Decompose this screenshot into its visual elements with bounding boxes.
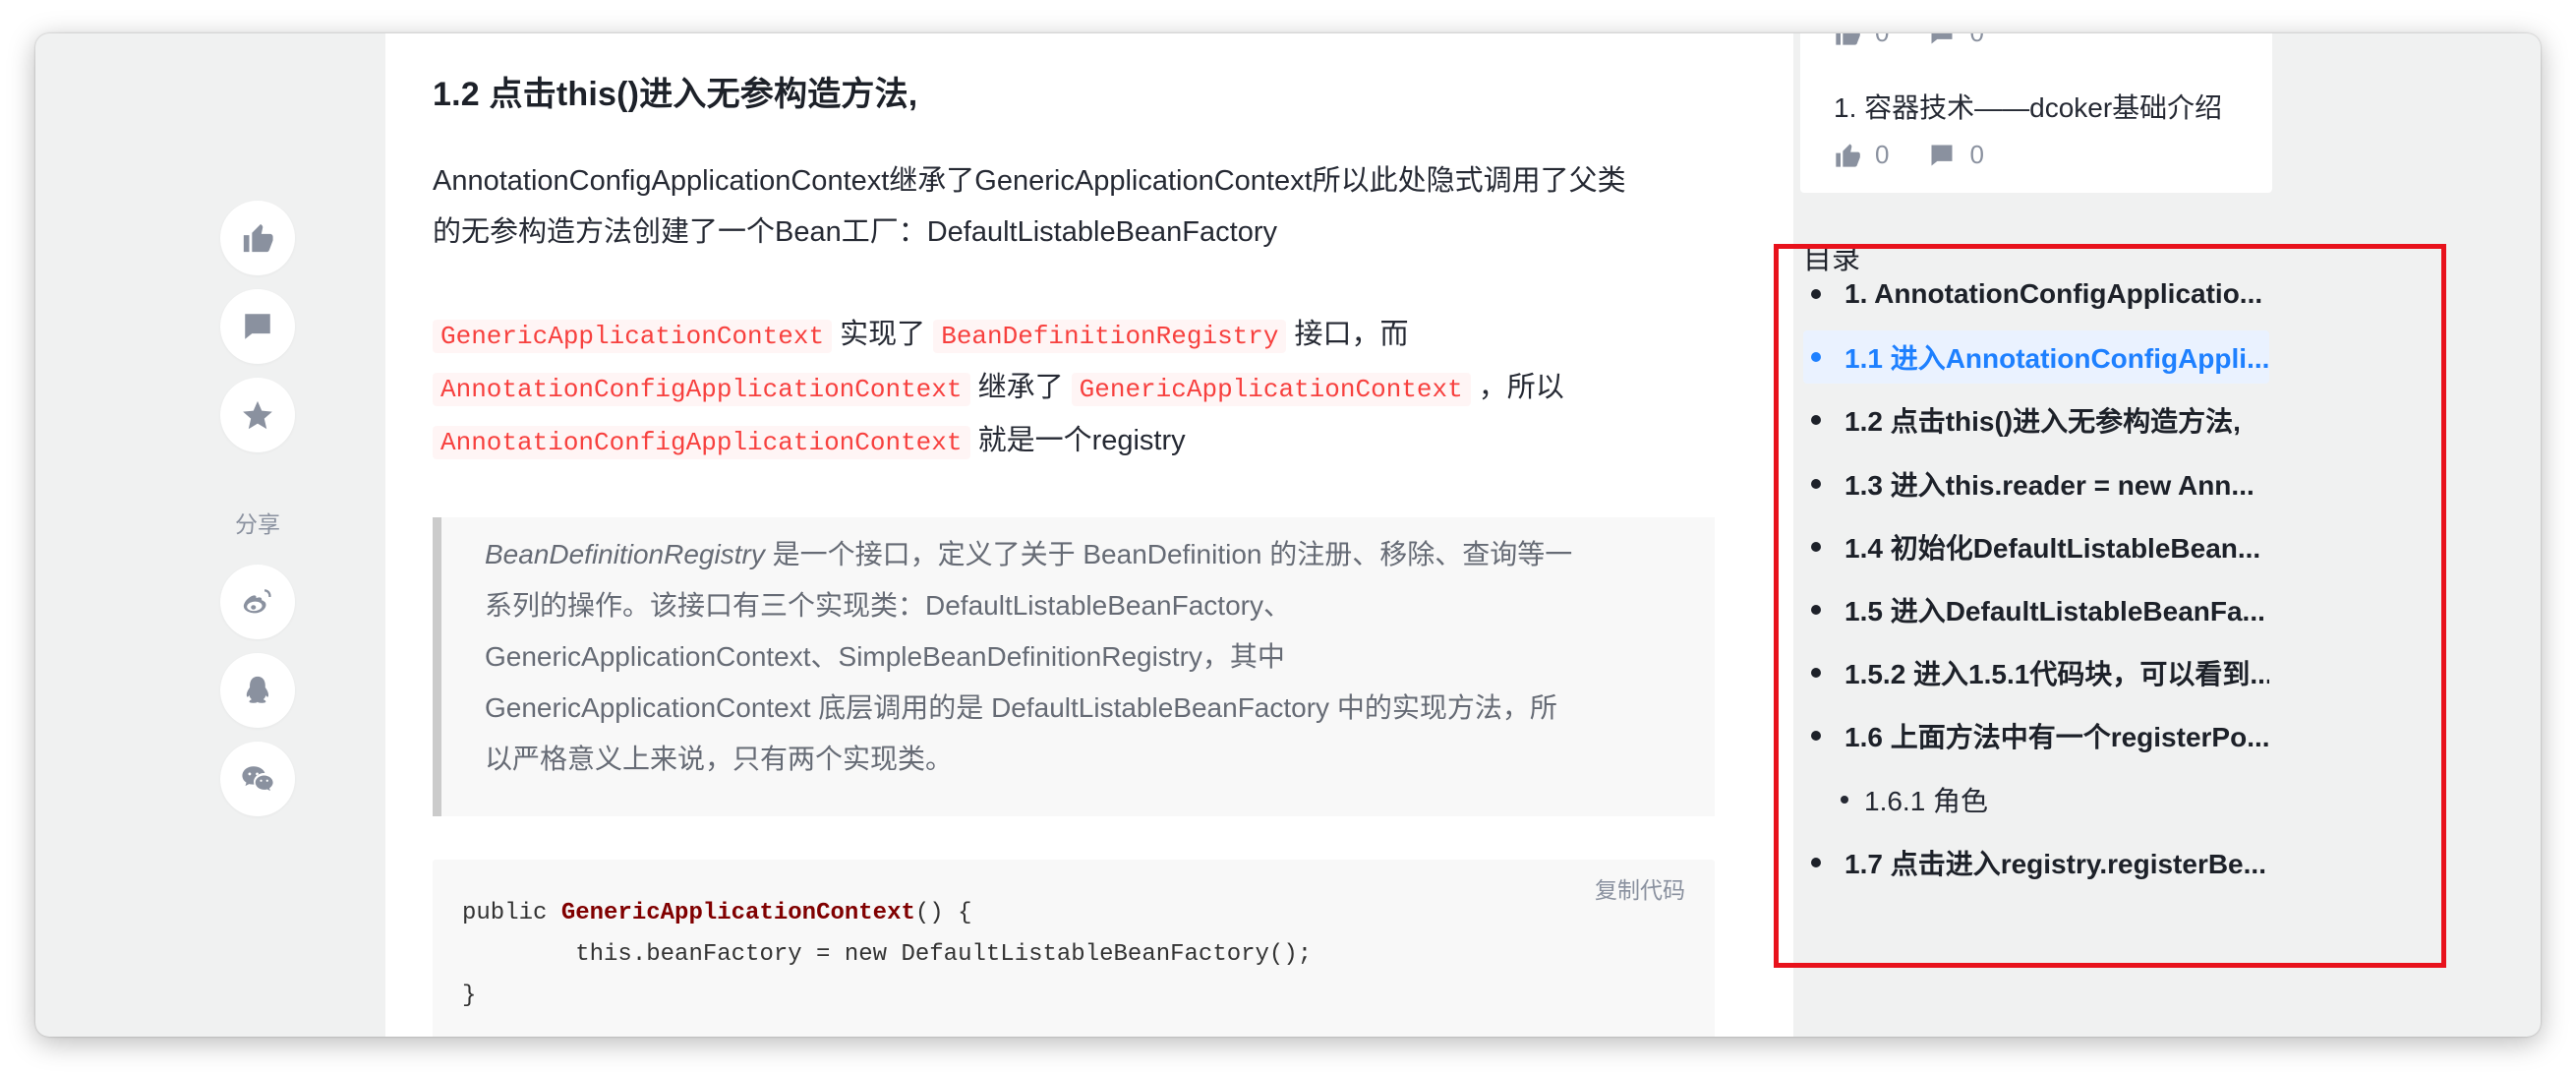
- inline-code: GenericApplicationContext: [1071, 373, 1471, 406]
- browser-window: 分享 1.2 点击this()进入无参构造方法, AnnotationConfi…: [35, 33, 2541, 1037]
- paragraph-2-line-3: AnnotationConfigApplicationContext 就是一个r…: [433, 415, 1711, 468]
- thumbs-up-icon: [1836, 143, 1860, 167]
- inline-code: AnnotationConfigApplicationContext: [433, 426, 970, 459]
- paragraph-text: 接口，而: [1294, 319, 1409, 350]
- thumbs-up-icon: [243, 223, 273, 253]
- weibo-icon: [243, 589, 271, 614]
- comment-icon: [245, 314, 270, 339]
- code-keyword: public: [462, 900, 561, 926]
- comment-button[interactable]: [220, 289, 295, 364]
- related-articles-card: 0 0 1. 容器技术——dcoker基础介绍 0 0: [1800, 33, 2272, 193]
- comment-icon: [1931, 145, 1953, 165]
- quote-line-5: 以严格意义上来说，只有两个实现类。: [485, 744, 954, 774]
- section-heading: 1.2 点击this()进入无参构造方法,: [433, 76, 918, 113]
- code-class-name: GenericApplicationContext: [560, 900, 915, 926]
- quote-line-4: GenericApplicationContext 底层调用的是 Default…: [485, 692, 1557, 723]
- quote-line-3: GenericApplicationContext、SimpleBeanDefi…: [485, 641, 1285, 672]
- annotation-highlight-box: [1774, 244, 2446, 968]
- code-line-3: }: [462, 983, 477, 1009]
- paragraph-1: AnnotationConfigApplicationContext继承了Gen…: [433, 155, 1711, 258]
- paragraph-text: 实现了: [840, 319, 926, 350]
- comment-count: 0: [1928, 140, 1984, 170]
- share-qq-button[interactable]: [220, 653, 295, 728]
- paragraph-1-line-2: 的无参构造方法创建了一个Bean工厂：DefaultListableBeanFa…: [433, 216, 1277, 248]
- comment-count-value: 0: [1969, 140, 1984, 169]
- like-count-value: 0: [1875, 140, 1890, 169]
- share-label: 分享: [235, 511, 280, 537]
- code-text: () {: [914, 900, 972, 926]
- article-content: 1.2 点击this()进入无参构造方法, AnnotationConfigAp…: [385, 33, 1793, 1037]
- inline-code: AnnotationConfigApplicationContext: [433, 373, 970, 406]
- code-content: public GenericApplicationContext() { thi…: [462, 893, 1312, 1017]
- prev-item-stats: 0 0: [1834, 33, 2023, 48]
- favorite-button[interactable]: [220, 378, 295, 452]
- inline-code: BeanDefinitionRegistry: [933, 320, 1287, 353]
- share-weibo-button[interactable]: [220, 565, 295, 639]
- quote-text: 是一个接口，定义了关于 BeanDefinition 的注册、移除、查询等一: [764, 539, 1573, 569]
- comment-icon: [1931, 33, 1953, 43]
- related-article-link[interactable]: 1. 容器技术——dcoker基础介绍: [1834, 87, 2222, 126]
- inline-code: GenericApplicationContext: [433, 320, 833, 353]
- paragraph-2-line-1: GenericApplicationContext 实现了 BeanDefini…: [433, 309, 1711, 362]
- qq-penguin-icon: [246, 676, 269, 703]
- paragraph-text: ，所以: [1478, 372, 1564, 403]
- thumbs-up-icon: [1836, 33, 1860, 45]
- copy-code-button[interactable]: 复制代码: [1595, 871, 1685, 905]
- quote-emphasis: BeanDefinitionRegistry: [485, 539, 765, 569]
- quote-line-1: BeanDefinitionRegistry 是一个接口，定义了关于 BeanD…: [485, 529, 1675, 580]
- wechat-icon: [242, 766, 273, 792]
- share-wechat-button[interactable]: [220, 742, 295, 816]
- comment-count-value: 0: [1969, 33, 1983, 48]
- star-icon: [243, 400, 272, 430]
- paragraph-text: 就是一个registry: [977, 425, 1186, 456]
- like-count: 0: [1834, 33, 1889, 48]
- code-line-2: this.beanFactory = new DefaultListableBe…: [462, 941, 1313, 968]
- comment-count: 0: [1928, 33, 1984, 48]
- code-block: 复制代码 public GenericApplicationContext() …: [433, 860, 1715, 1037]
- blockquote: BeanDefinitionRegistry 是一个接口，定义了关于 BeanD…: [433, 517, 1715, 816]
- paragraph-2: GenericApplicationContext 实现了 BeanDefini…: [433, 309, 1711, 468]
- like-button[interactable]: [220, 201, 295, 275]
- paragraph-1-line-1: AnnotationConfigApplicationContext继承了Gen…: [433, 165, 1626, 197]
- related-item-stats: 0 0: [1834, 140, 2023, 170]
- paragraph-text: 继承了: [977, 372, 1064, 403]
- like-count: 0: [1834, 140, 1889, 170]
- quote-line-2: 系列的操作。该接口有三个实现类：DefaultListableBeanFacto…: [485, 590, 1291, 621]
- like-count-value: 0: [1875, 33, 1889, 48]
- paragraph-2-line-2: AnnotationConfigApplicationContext 继承了 G…: [433, 362, 1711, 415]
